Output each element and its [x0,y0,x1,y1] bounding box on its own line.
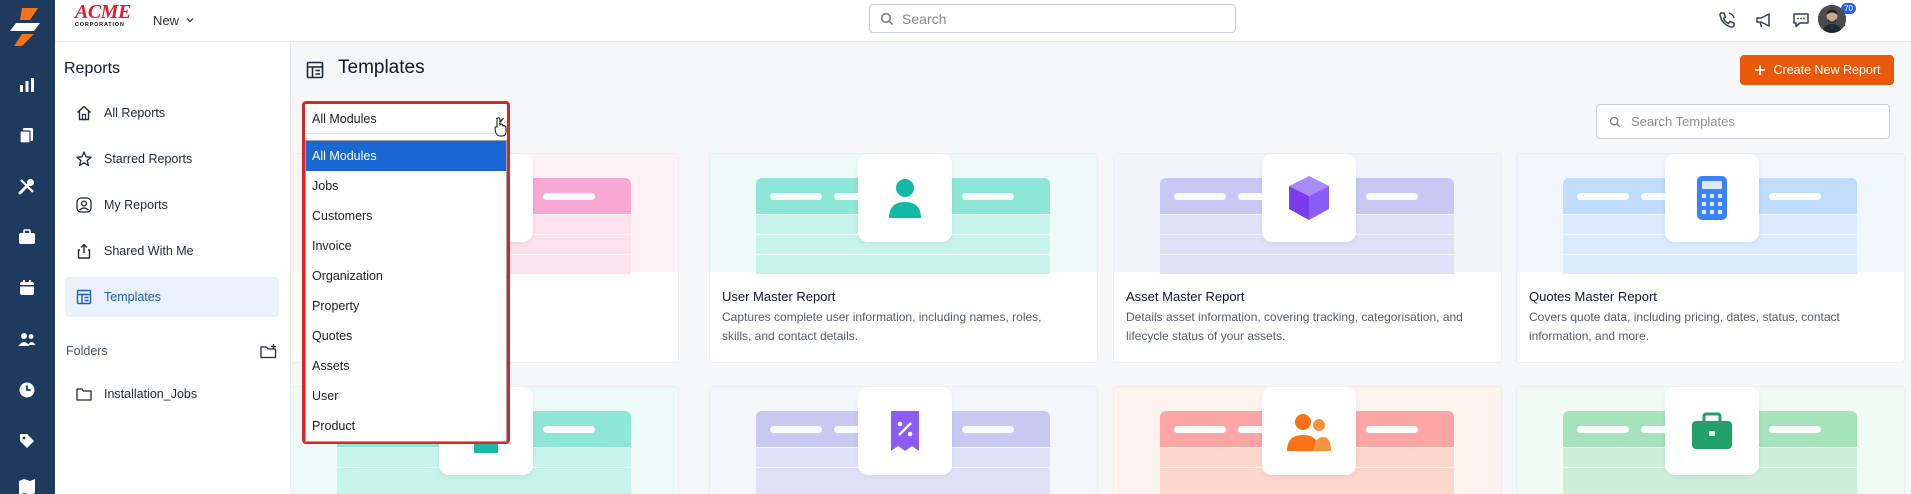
option-organization[interactable]: Organization [306,261,506,291]
search-icon [1609,116,1621,127]
users-group-icon [1262,387,1356,475]
option-property[interactable]: Property [306,291,506,321]
option-assets[interactable]: Assets [306,351,506,381]
page-title: Templates [338,57,425,78]
user-avatar[interactable] [1818,5,1846,33]
sidebar-item-shared-with-me[interactable]: Shared With Me [65,231,279,271]
chat-icon[interactable] [1789,8,1813,32]
templates-icon [306,61,324,79]
module-select-value[interactable]: All Modules [305,104,507,134]
reports-sidebar: Reports All Reports Starred Reports My R… [55,42,291,494]
option-all-modules[interactable]: All Modules [306,141,506,171]
company-logo[interactable]: ACME CORPORATION [75,2,135,31]
new-dropdown-button[interactable]: New [153,9,195,31]
app-logo[interactable] [8,6,46,46]
template-search-input[interactable] [1631,114,1871,129]
share-icon [77,243,91,259]
star-icon [76,151,92,167]
mouse-pointer-icon [494,117,507,137]
sidebar-item-starred-reports[interactable]: Starred Reports [65,139,279,179]
analytics-icon[interactable] [14,72,40,98]
sidebar-item-label: Templates [104,290,161,304]
briefcase-icon [1665,387,1759,475]
option-product[interactable]: Product [306,411,506,441]
sidebar-title: Reports [64,60,121,77]
phone-icon[interactable] [1715,8,1739,32]
template-card-title: Quotes Master Report [1529,289,1657,304]
option-user[interactable]: User [306,381,506,411]
discount-receipt-icon [858,387,952,475]
cube-icon [1262,154,1356,242]
option-invoice[interactable]: Invoice [306,231,506,261]
calendar-icon[interactable] [14,275,40,301]
option-customers[interactable]: Customers [306,201,506,231]
home-icon [77,105,91,121]
calculator-icon [1665,154,1759,242]
chevron-down-icon [186,18,194,23]
template-card-jobs-briefcase[interactable] [1516,386,1905,494]
template-card-title: User Master Report [722,289,836,304]
global-search-box[interactable] [869,4,1236,33]
template-card-description: Details asset information, covering trac… [1126,310,1463,343]
sidebar-item-my-reports[interactable]: My Reports [65,185,279,225]
clock-icon[interactable] [14,377,40,403]
new-label: New [153,12,180,28]
map-icon[interactable] [14,474,40,494]
sidebar-item-templates[interactable]: Templates [65,277,279,317]
template-card-title: Asset Master Report [1126,289,1245,304]
sidebar-item-label: My Reports [104,198,168,212]
sidebar-item-all-reports[interactable]: All Reports [65,93,279,133]
sidebar-item-label: All Reports [104,106,166,120]
user-icon [858,154,952,242]
sidebar-item-label: Starred Reports [104,152,193,166]
plus-icon [1754,65,1765,75]
templates-icon [76,289,92,305]
tag-icon[interactable] [14,428,40,454]
option-quotes[interactable]: Quotes [306,321,506,351]
template-search-box[interactable] [1596,104,1890,139]
global-search-input[interactable] [902,10,1202,27]
template-card-asset-master-report[interactable]: Asset Master Report Details asset inform… [1113,153,1502,363]
template-card-customers[interactable] [1113,386,1502,494]
template-card-description: Captures complete user information, incl… [722,310,1042,343]
main-content: Templates Create New Report a, capturing… [290,42,1911,494]
left-nav-rail [0,0,55,494]
sidebar-item-label: Shared With Me [104,244,194,258]
template-card-user-master-report[interactable]: User Master Report Captures complete use… [709,153,1098,363]
template-card-description: Covers quote data, including pricing, da… [1529,310,1840,343]
team-icon[interactable] [14,326,40,352]
template-card-discount[interactable] [709,386,1098,494]
create-new-report-button[interactable]: Create New Report [1740,55,1894,85]
module-options-list: All Modules Jobs Customers Invoice Organ… [305,140,507,442]
briefcase-nav-icon[interactable] [14,224,40,250]
option-jobs[interactable]: Jobs [306,171,506,201]
megaphone-icon[interactable] [1752,8,1776,32]
tools-icon[interactable] [14,173,40,199]
top-header: ACME CORPORATION New 70 [55,0,1911,42]
create-button-label: Create New Report [1773,63,1881,77]
module-filter-dropdown[interactable]: All Modules All Modules Jobs Customers I… [302,101,510,444]
folder-icon [76,388,92,401]
add-folder-icon[interactable] [259,342,279,362]
folder-item-installation-jobs[interactable]: Installation_Jobs [65,374,279,414]
user-circle-icon [76,197,92,213]
search-icon [880,12,894,25]
folder-label: Installation_Jobs [104,387,198,401]
template-card-quotes-master-report[interactable]: Quotes Master Report Covers quote data, … [1516,153,1905,363]
folders-heading: Folders [66,344,108,358]
documents-icon[interactable] [14,122,40,148]
